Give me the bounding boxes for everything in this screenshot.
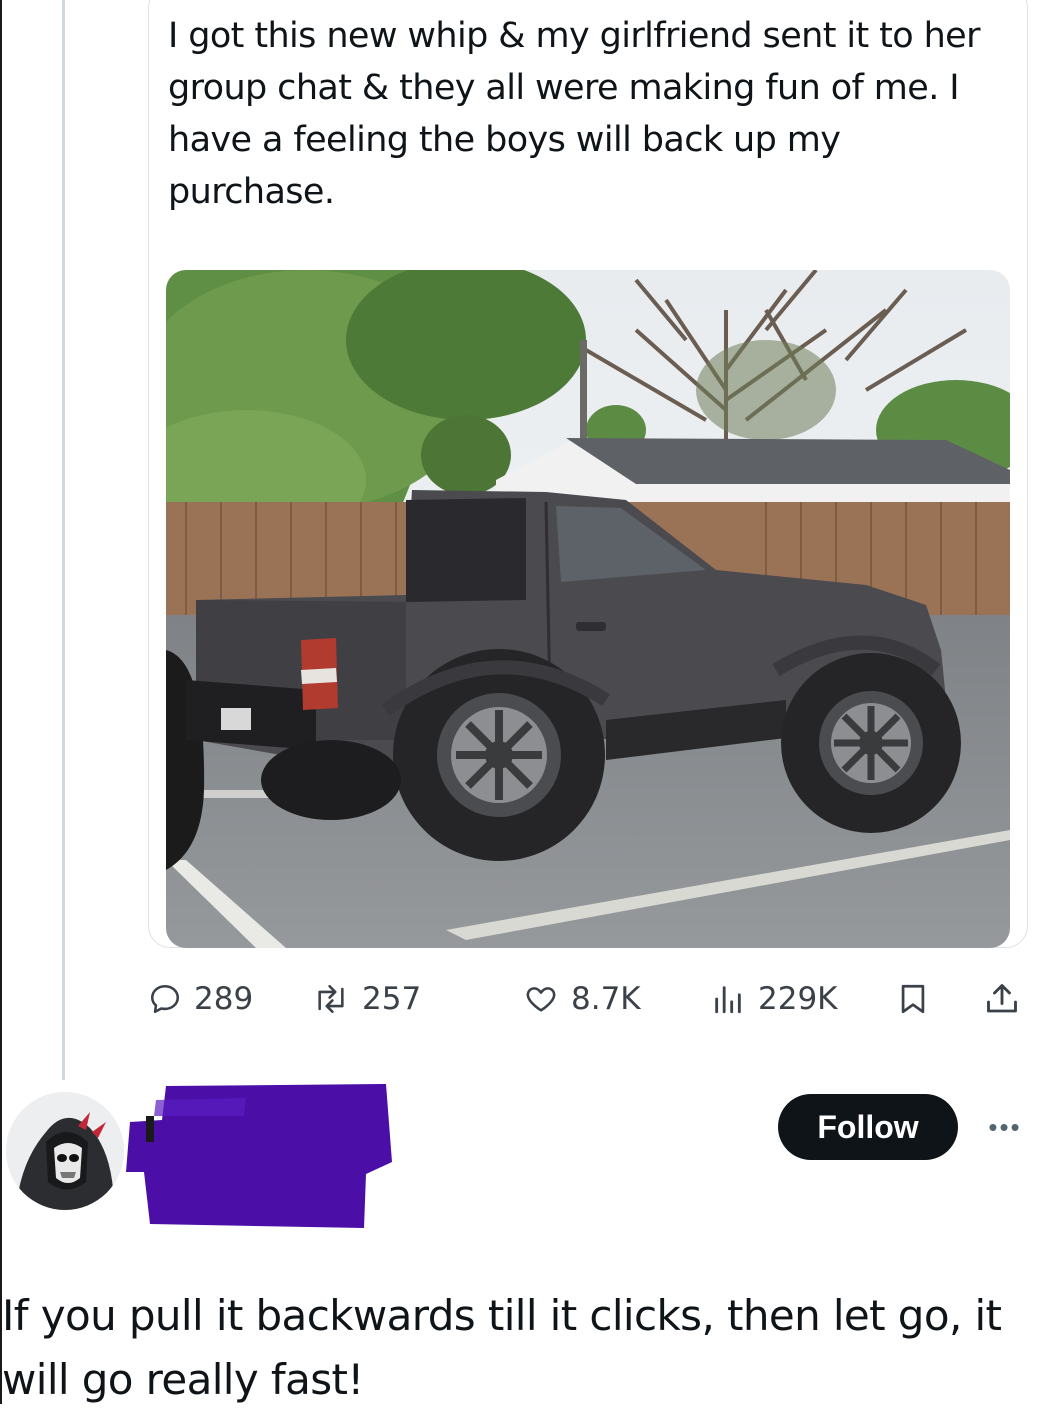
reply-post-text: If you pull it backwards till it clicks,… xyxy=(2,1291,1002,1404)
reply-count: 289 xyxy=(194,981,254,1017)
like-count: 8.7K xyxy=(571,981,641,1017)
view-count: 229K xyxy=(758,981,838,1017)
views-button[interactable]: 229K xyxy=(710,972,838,1026)
heart-icon xyxy=(526,987,556,1012)
repost-icon xyxy=(318,984,344,1014)
truck-photo xyxy=(166,270,1010,948)
redacted-username xyxy=(126,1076,396,1230)
like-button[interactable]: 8.7K xyxy=(523,972,641,1026)
quoted-post-text: I got this new whip & my girlfriend sent… xyxy=(168,16,981,212)
window-edge xyxy=(0,0,2,1404)
repost-button[interactable]: 257 xyxy=(312,972,421,1026)
more-horizontal-icon: ••• xyxy=(988,1111,1022,1142)
hooded-figure-avatar-image xyxy=(6,1092,124,1210)
bookmark-icon xyxy=(901,984,925,1014)
follow-button[interactable]: Follow xyxy=(778,1094,958,1160)
thread-connector-line xyxy=(62,0,65,1080)
bookmark-button[interactable] xyxy=(896,972,930,1026)
reply-button[interactable]: 289 xyxy=(148,972,253,1026)
post-photo[interactable] xyxy=(166,270,1010,948)
share-button[interactable] xyxy=(984,972,1020,1026)
share-icon xyxy=(987,984,1017,1013)
redaction-scribble xyxy=(126,1084,392,1228)
reply-icon xyxy=(150,984,180,1014)
more-options-button[interactable]: ••• xyxy=(982,1110,1028,1144)
post-action-bar: 289 257 8.7K 229K xyxy=(148,972,1028,1026)
repost-count: 257 xyxy=(362,981,422,1017)
bar-chart-icon xyxy=(715,986,741,1014)
avatar[interactable] xyxy=(6,1092,124,1210)
